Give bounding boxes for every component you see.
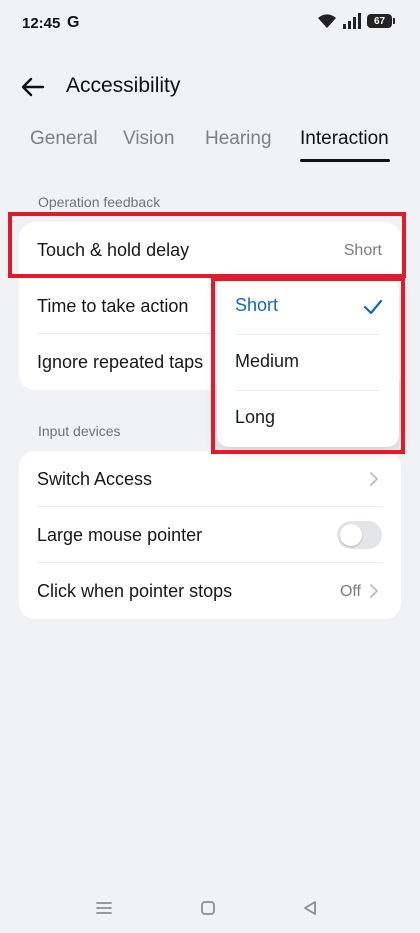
tab-bar: General Vision Hearing Interaction xyxy=(0,126,420,166)
home-nav-button[interactable] xyxy=(196,896,220,920)
touch-hold-delay-menu: Short Medium Long xyxy=(217,279,399,447)
checkmark-icon xyxy=(363,299,383,315)
row-click-when-pointer-stops[interactable]: Click when pointer stops Off xyxy=(19,563,401,619)
row-label: Ignore repeated taps xyxy=(37,352,204,372)
google-icon: G xyxy=(67,14,80,31)
row-value: Short xyxy=(343,242,382,259)
section-label-operation-feedback: Operation feedback xyxy=(38,194,161,210)
page-title: Accessibility xyxy=(66,74,181,97)
back-triangle-icon xyxy=(304,901,316,915)
row-label: Large mouse pointer xyxy=(37,525,203,545)
chevron-right-icon xyxy=(370,584,378,598)
home-icon xyxy=(201,901,215,915)
tab-general[interactable]: General xyxy=(30,128,98,150)
back-arrow-icon xyxy=(21,77,45,97)
section-label-input-devices: Input devices xyxy=(38,423,121,439)
row-touch-hold-delay[interactable]: Touch & hold delay Short xyxy=(19,222,401,278)
option-label: Medium xyxy=(235,351,300,371)
row-switch-access[interactable]: Switch Access xyxy=(19,451,401,507)
back-button[interactable] xyxy=(16,72,50,102)
tab-hearing[interactable]: Hearing xyxy=(205,128,272,150)
option-short[interactable]: Short xyxy=(217,279,399,335)
battery-level: 67 xyxy=(373,15,386,27)
back-nav-button[interactable] xyxy=(298,896,322,920)
chevron-right-icon xyxy=(370,472,378,486)
wifi-icon xyxy=(318,14,336,28)
menu-nav-button[interactable] xyxy=(92,896,116,920)
option-label: Long xyxy=(235,407,276,427)
large-mouse-pointer-toggle[interactable] xyxy=(337,521,382,549)
navigation-bar xyxy=(0,888,420,928)
input-devices-card: Switch Access Large mouse pointer Click … xyxy=(19,451,401,619)
row-label: Time to take action xyxy=(37,296,189,316)
battery-icon: 67 xyxy=(367,14,395,28)
status-icons: 67 xyxy=(317,13,395,29)
status-bar: 12:45 G 67 xyxy=(0,0,420,48)
toggle-knob xyxy=(340,524,362,546)
tab-vision[interactable]: Vision xyxy=(123,128,174,150)
row-label: Switch Access xyxy=(37,469,153,489)
option-medium[interactable]: Medium xyxy=(217,335,399,391)
row-label: Click when pointer stops xyxy=(37,581,233,601)
active-tab-indicator xyxy=(300,159,390,162)
row-value: Off xyxy=(339,583,361,600)
row-large-mouse-pointer: Large mouse pointer xyxy=(19,507,401,563)
screen: 12:45 G 67 Accessibility General Vision xyxy=(0,0,420,933)
option-long[interactable]: Long xyxy=(217,391,399,447)
signal-icon xyxy=(343,13,361,29)
row-label: Touch & hold delay xyxy=(37,240,190,260)
status-time: 12:45 xyxy=(22,15,61,32)
menu-icon xyxy=(96,902,112,914)
tab-interaction[interactable]: Interaction xyxy=(300,128,389,150)
option-label: Short xyxy=(235,295,279,315)
